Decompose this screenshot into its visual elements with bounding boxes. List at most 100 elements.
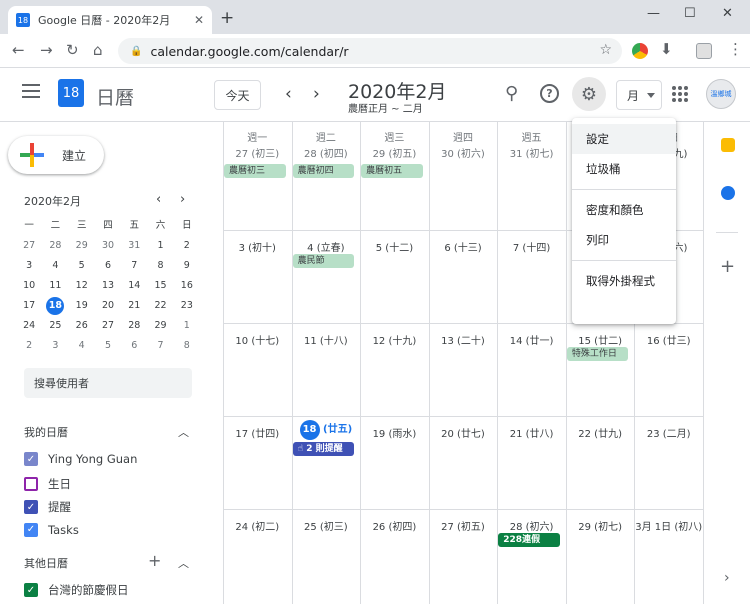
extension-icon[interactable] — [632, 43, 648, 59]
day-cell-date[interactable]: 13 (二十) — [429, 332, 498, 347]
close-tab-icon[interactable]: ✕ — [194, 13, 204, 27]
add-other-calendar-icon[interactable]: + — [148, 551, 161, 570]
mini-day[interactable]: 21 — [121, 296, 147, 316]
browser-tab[interactable]: 18 Google 日曆 - 2020年2月 ✕ — [8, 6, 212, 34]
mini-day[interactable]: 5 — [95, 336, 121, 356]
calendar-list-item[interactable]: ✓ 台灣的節慶假日 — [24, 582, 129, 598]
day-cell-date[interactable]: 12 (十九) — [360, 332, 429, 347]
day-cell-date[interactable]: 26 (初四) — [360, 518, 429, 533]
event-chip[interactable]: 農曆初三 — [224, 164, 286, 178]
mini-day[interactable]: 11 — [42, 276, 68, 296]
checkbox-icon[interactable]: ✓ — [24, 522, 38, 537]
day-cell-date[interactable]: 29 (初七) — [566, 518, 635, 533]
day-cell-date[interactable]: 31 (初七) — [497, 145, 566, 160]
mini-day[interactable]: 25 — [42, 316, 68, 336]
mini-day[interactable]: 10 — [16, 276, 42, 296]
reload-icon[interactable]: ↻ — [66, 41, 79, 59]
search-people-input[interactable]: 搜尋使用者 — [24, 368, 192, 398]
mini-day[interactable]: 27 — [95, 316, 121, 336]
home-icon[interactable]: ⌂ — [93, 41, 103, 59]
day-cell-date[interactable]: 3月 1日 (初八) — [634, 518, 703, 533]
settings-menu-item[interactable]: 密度和顏色 — [572, 195, 676, 225]
mini-day[interactable]: 3 — [16, 256, 42, 276]
mini-day[interactable]: 14 — [121, 276, 147, 296]
other-calendars-title[interactable]: 其他日曆 — [24, 555, 68, 571]
settings-menu-item[interactable]: 取得外掛程式 — [572, 266, 676, 296]
mini-day[interactable]: 13 — [95, 276, 121, 296]
day-cell-date[interactable]: 27 (初三) — [223, 145, 292, 160]
mini-day[interactable]: 22 — [147, 296, 173, 316]
get-addons-plus-icon[interactable]: + — [720, 256, 735, 277]
event-chip[interactable]: 農曆初五 — [361, 164, 423, 178]
event-chip[interactable]: 農曆初四 — [292, 164, 355, 178]
previous-month-icon[interactable]: ‹ — [285, 84, 292, 104]
my-calendars-title[interactable]: 我的日曆 — [24, 424, 68, 440]
mini-day[interactable]: 6 — [95, 256, 121, 276]
settings-menu-item[interactable]: 設定 — [572, 124, 676, 154]
calendar-list-item[interactable]: ✓ 提醒 — [24, 499, 71, 515]
create-button[interactable]: 建立 — [8, 136, 104, 174]
view-selector[interactable]: 月 — [616, 80, 662, 110]
mini-day[interactable]: 19 — [69, 296, 95, 316]
mini-day[interactable]: 7 — [121, 256, 147, 276]
mini-day[interactable]: 15 — [147, 276, 173, 296]
close-window-icon[interactable]: ✕ — [722, 6, 733, 21]
day-cell-date[interactable]: 16 (廿三) — [634, 332, 703, 347]
checkbox-icon[interactable]: ✓ — [24, 452, 38, 466]
calendar-list-item[interactable]: ✓ Ying Yong Guan — [24, 452, 137, 466]
day-cell-date[interactable]: 21 (廿八) — [497, 425, 566, 440]
mini-day[interactable]: 16 — [174, 276, 200, 296]
mini-day-today[interactable]: 18 — [42, 296, 68, 316]
mini-day[interactable]: 3 — [42, 336, 68, 356]
account-avatar[interactable]: 溫鄉城 — [706, 79, 736, 109]
checkbox-icon[interactable]: ✓ — [24, 500, 38, 514]
mini-day[interactable]: 6 — [121, 336, 147, 356]
search-icon[interactable]: ⚲ — [505, 83, 518, 104]
mini-day[interactable]: 2 — [174, 236, 200, 256]
day-cell-date[interactable]: 24 (初二) — [223, 518, 292, 533]
day-cell-date[interactable]: 18 (廿五) — [292, 420, 361, 440]
settings-menu-item[interactable]: 垃圾桶 — [572, 154, 676, 184]
day-cell-date[interactable]: 23 (二月) — [634, 425, 703, 440]
next-month-icon[interactable]: › — [313, 84, 320, 104]
forward-arrow-icon[interactable]: → — [40, 41, 53, 59]
back-arrow-icon[interactable]: ← — [12, 41, 25, 59]
bookmark-star-icon[interactable]: ☆ — [599, 42, 612, 58]
day-cell-date[interactable]: 30 (初六) — [429, 145, 498, 160]
today-button[interactable]: 今天 — [214, 80, 261, 110]
help-icon[interactable]: ? — [540, 84, 559, 103]
mini-day[interactable]: 5 — [69, 256, 95, 276]
mini-day[interactable]: 26 — [69, 316, 95, 336]
day-cell-date[interactable]: 29 (初五) — [360, 145, 429, 160]
mini-day[interactable]: 28 — [121, 316, 147, 336]
mini-day[interactable]: 23 — [174, 296, 200, 316]
day-cell-date[interactable]: 10 (十七) — [223, 332, 292, 347]
day-cell-date[interactable]: 22 (廿九) — [566, 425, 635, 440]
mini-next-month-icon[interactable]: › — [180, 192, 185, 207]
settings-gear-icon[interactable]: ⚙ — [572, 77, 606, 111]
day-cell-date[interactable]: 4 (立春) — [292, 239, 361, 254]
day-cell-date[interactable]: 28 (初四) — [292, 145, 361, 160]
expand-panel-chevron-icon[interactable]: › — [724, 570, 730, 586]
mini-day[interactable]: 1 — [174, 316, 200, 336]
mini-day[interactable]: 12 — [69, 276, 95, 296]
settings-menu-item[interactable]: 列印 — [572, 225, 676, 255]
mini-day[interactable]: 27 — [16, 236, 42, 256]
mini-day[interactable]: 7 — [147, 336, 173, 356]
mini-day[interactable]: 31 — [121, 236, 147, 256]
day-cell-date[interactable]: 17 (廿四) — [223, 425, 292, 440]
main-menu-icon[interactable] — [22, 84, 40, 102]
day-cell-date[interactable]: 6 (十三) — [429, 239, 498, 254]
mini-day[interactable]: 29 — [69, 236, 95, 256]
mini-day[interactable]: 4 — [69, 336, 95, 356]
maximize-icon[interactable]: ☐ — [684, 6, 696, 21]
event-chip[interactable]: 特殊工作日 — [566, 347, 629, 361]
checkbox-icon[interactable]: ✓ — [24, 583, 38, 597]
calendar-list-item[interactable]: ✓ Tasks — [24, 522, 79, 537]
day-cell-date[interactable]: 19 (雨水) — [360, 425, 429, 440]
mini-day[interactable]: 30 — [95, 236, 121, 256]
mini-day[interactable]: 17 — [16, 296, 42, 316]
day-cell-date[interactable]: 27 (初五) — [429, 518, 498, 533]
day-cell-date[interactable]: 5 (十二) — [360, 239, 429, 254]
event-chip[interactable]: 農民節 — [292, 254, 355, 268]
